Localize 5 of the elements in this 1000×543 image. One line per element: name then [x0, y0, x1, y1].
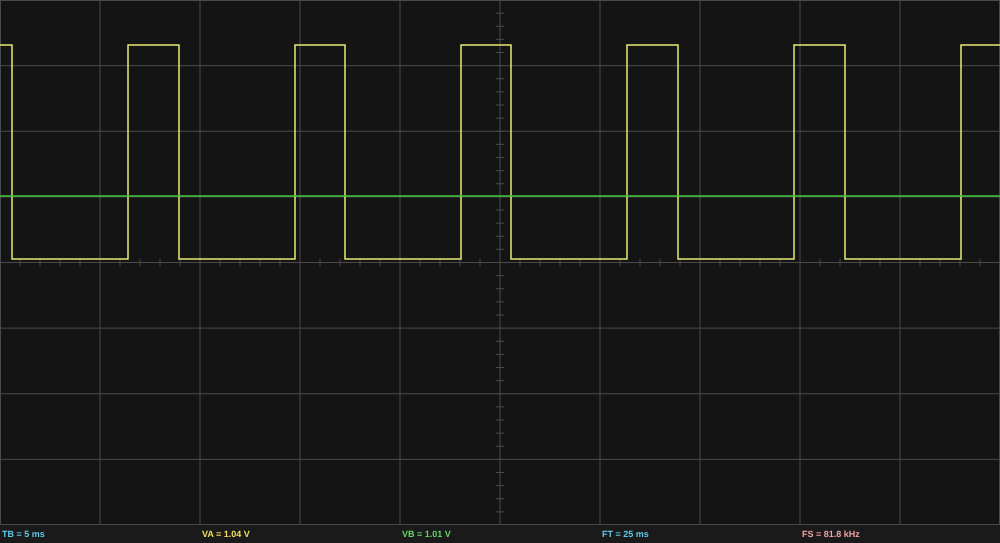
readout-text: VB = 1.01 V: [401, 529, 451, 539]
readout-text: VA = 1.04 V: [201, 529, 250, 539]
readout-text: TB = 5 ms: [1, 529, 45, 539]
readout-text: FS = 81.8 kHz: [801, 529, 860, 539]
readout-text: FT = 25 ms: [601, 529, 649, 539]
